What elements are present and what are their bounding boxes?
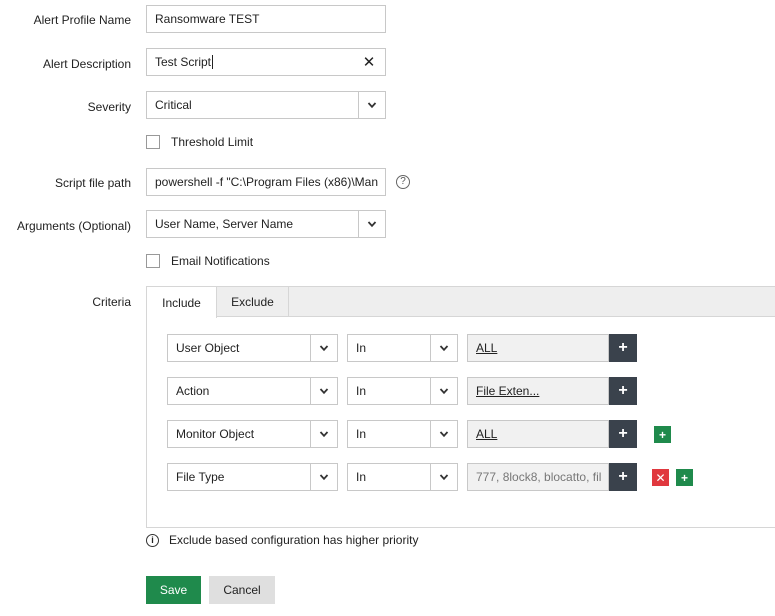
alert-description-input[interactable]: Test Script ✕ xyxy=(146,48,386,76)
criteria-field-value: Action xyxy=(176,384,210,398)
arguments-value: User Name, Server Name xyxy=(155,217,294,231)
chevron-down-icon[interactable] xyxy=(310,464,337,490)
arguments-label: Arguments (Optional) xyxy=(16,219,131,233)
criteria-tabs: Include Exclude xyxy=(147,287,775,318)
criteria-operator-value: In xyxy=(356,470,367,484)
criteria-operator-select[interactable]: In xyxy=(347,463,458,491)
chevron-down-icon[interactable] xyxy=(310,335,337,361)
criteria-value-field[interactable]: ALL xyxy=(467,420,609,448)
chevron-down-icon[interactable] xyxy=(310,421,337,447)
criteria-field-value: Monitor Object xyxy=(176,427,255,441)
severity-label: Severity xyxy=(87,100,131,114)
add-value-button[interactable]: + xyxy=(609,377,637,405)
criteria-label: Criteria xyxy=(92,295,131,309)
arguments-select[interactable]: User Name, Server Name xyxy=(146,210,386,238)
criteria-operator-value: In xyxy=(356,427,367,441)
criteria-value-link[interactable]: File Exten... xyxy=(476,384,539,398)
criteria-field-select[interactable]: File Type xyxy=(167,463,338,491)
criteria-value-field[interactable]: 777, 8lock8, blocatto, fil xyxy=(467,463,609,491)
threshold-limit-checkbox[interactable] xyxy=(146,135,160,149)
chevron-down-icon[interactable] xyxy=(358,92,385,118)
help-icon[interactable]: ? xyxy=(396,175,410,189)
criteria-value-field[interactable]: File Exten... xyxy=(467,377,609,405)
criteria-field-value: File Type xyxy=(176,470,225,484)
alert-description-label: Alert Description xyxy=(42,57,131,71)
email-notifications-row[interactable]: Email Notifications xyxy=(146,254,270,268)
chevron-down-icon[interactable] xyxy=(310,378,337,404)
text-cursor xyxy=(212,55,214,70)
criteria-field-value: User Object xyxy=(176,341,240,355)
severity-select[interactable]: Critical xyxy=(146,91,386,119)
script-file-path-input[interactable]: powershell -f "C:\Program Files (x86)\Ma… xyxy=(146,168,386,196)
tab-include[interactable]: Include xyxy=(147,287,217,318)
criteria-value-text: 777, 8lock8, blocatto, fil xyxy=(476,470,602,484)
severity-value: Critical xyxy=(155,98,192,112)
alert-description-value: Test Script xyxy=(155,54,212,69)
chevron-down-icon[interactable] xyxy=(430,335,457,361)
tab-exclude[interactable]: Exclude xyxy=(217,287,289,317)
threshold-limit-row[interactable]: Threshold Limit xyxy=(146,135,253,149)
cancel-button[interactable]: Cancel xyxy=(209,576,275,604)
alert-profile-name-input[interactable]: Ransomware TEST xyxy=(146,5,386,33)
email-notifications-label: Email Notifications xyxy=(171,254,270,268)
criteria-value-field[interactable]: ALL xyxy=(467,334,609,362)
criteria-field-select[interactable]: User Object xyxy=(167,334,338,362)
add-value-button[interactable]: + xyxy=(609,420,637,448)
script-file-path-value: powershell -f "C:\Program Files (x86)\Ma… xyxy=(155,175,378,189)
criteria-operator-select[interactable]: In xyxy=(347,334,458,362)
clear-icon[interactable]: ✕ xyxy=(359,53,379,71)
threshold-limit-label: Threshold Limit xyxy=(171,135,254,149)
alert-profile-name-value: Ransomware TEST xyxy=(155,12,260,26)
chevron-down-icon[interactable] xyxy=(430,421,457,447)
chevron-down-icon[interactable] xyxy=(430,378,457,404)
priority-note-text: Exclude based configuration has higher p… xyxy=(169,533,419,547)
email-notifications-checkbox[interactable] xyxy=(146,254,160,268)
criteria-operator-value: In xyxy=(356,384,367,398)
chevron-down-icon[interactable] xyxy=(430,464,457,490)
criteria-operator-value: In xyxy=(356,341,367,355)
save-button[interactable]: Save xyxy=(146,576,201,604)
criteria-value-link[interactable]: ALL xyxy=(476,341,497,355)
criteria-value-link[interactable]: ALL xyxy=(476,427,497,441)
info-icon: i xyxy=(146,533,159,547)
remove-criteria-row-button[interactable]: ✕ xyxy=(652,469,669,486)
criteria-panel: Include Exclude User Object In ALL + Act… xyxy=(146,286,775,528)
add-criteria-row-button[interactable]: + xyxy=(676,469,693,486)
priority-note: i Exclude based configuration has higher… xyxy=(146,533,418,547)
script-file-path-label: Script file path xyxy=(54,176,131,190)
add-value-button[interactable]: + xyxy=(609,463,637,491)
criteria-field-select[interactable]: Action xyxy=(167,377,338,405)
criteria-operator-select[interactable]: In xyxy=(347,377,458,405)
criteria-operator-select[interactable]: In xyxy=(347,420,458,448)
criteria-field-select[interactable]: Monitor Object xyxy=(167,420,338,448)
add-criteria-row-button[interactable]: + xyxy=(654,426,671,443)
alert-profile-name-label: Alert Profile Name xyxy=(33,13,131,27)
chevron-down-icon[interactable] xyxy=(358,211,385,237)
add-value-button[interactable]: + xyxy=(609,334,637,362)
